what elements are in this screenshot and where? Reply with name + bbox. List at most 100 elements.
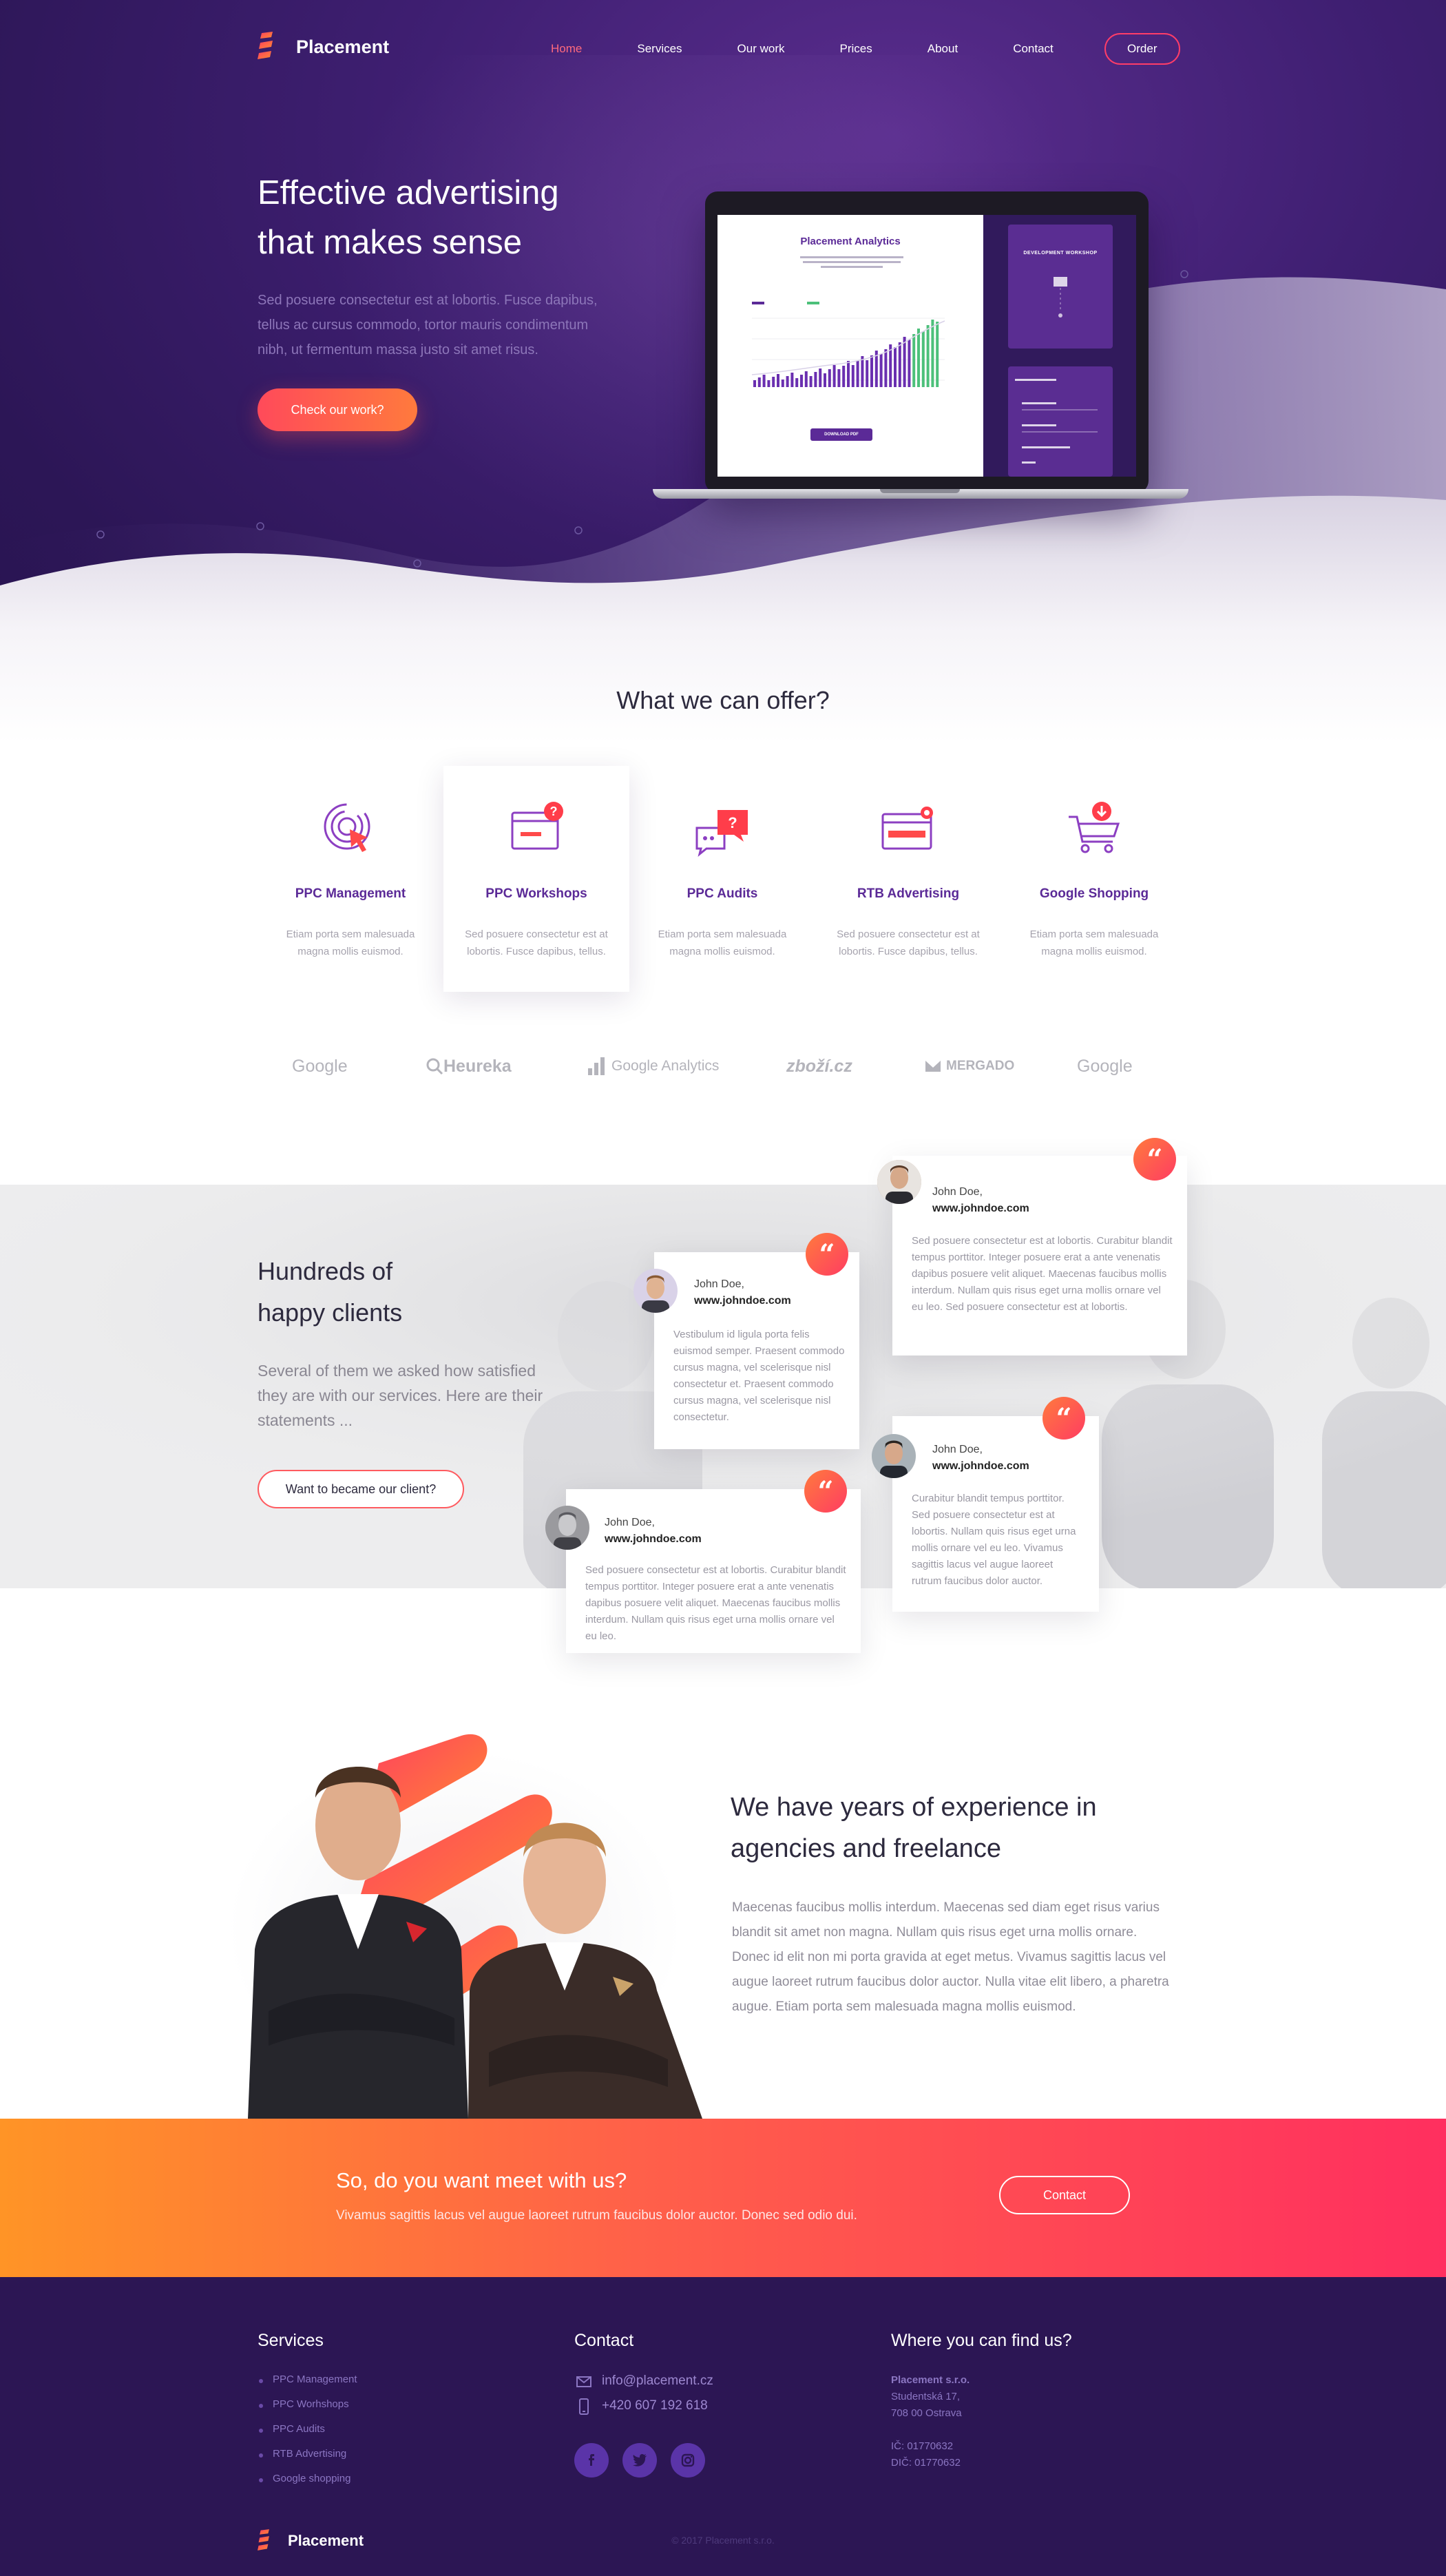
- partner-logo-zbozi: zboží.cz: [786, 1056, 852, 1076]
- quote-icon: “: [804, 1470, 847, 1513]
- analytics-bar: [786, 376, 789, 387]
- analytics-bar: [894, 347, 897, 387]
- testimonial-site[interactable]: www.johndoe.com: [932, 1460, 1029, 1473]
- testimonial-card: John Doe, www.johndoe.com Sed posuere co…: [545, 1470, 861, 1653]
- instagram-icon[interactable]: [671, 2443, 705, 2478]
- testimonial-site[interactable]: www.johndoe.com: [932, 1203, 1029, 1215]
- analytics-bar: [917, 329, 920, 387]
- check-our-work-button[interactable]: Check our work?: [258, 388, 417, 431]
- partner-logo-heureka: Heureka: [426, 1052, 512, 1080]
- nav-about[interactable]: About: [928, 42, 958, 56]
- hero-title: Effective advertising that makes sense: [258, 168, 643, 267]
- mergado-icon: [925, 1061, 941, 1072]
- hero-title-line1: Effective advertising: [258, 174, 559, 211]
- browser-question-icon: ?: [443, 796, 629, 858]
- footer-service-link[interactable]: PPC Worhshops: [273, 2398, 349, 2410]
- header-logo[interactable]: Placement: [258, 32, 389, 62]
- avatar: [872, 1434, 916, 1478]
- footer-company: Placement s.r.o.: [891, 2374, 970, 2386]
- offer-card-rtb-advertising[interactable]: RTB Advertising Sed posuere consectetur …: [815, 766, 1001, 992]
- nav-services[interactable]: Services: [637, 42, 682, 56]
- analytics-bar: [879, 354, 883, 387]
- analytics-bar: [824, 373, 826, 387]
- nav-our-work[interactable]: Our work: [737, 42, 785, 56]
- partner-logo-mergado: MERGADO: [924, 1052, 1014, 1080]
- testimonial-site[interactable]: www.johndoe.com: [605, 1533, 702, 1546]
- analytics-bar: [777, 374, 779, 387]
- testimonial-card: John Doe, www.johndoe.com Curabitur blan…: [872, 1397, 1099, 1612]
- analytics-bar: [767, 380, 771, 387]
- nav-prices[interactable]: Prices: [840, 42, 872, 56]
- footer-city: 708 00 Ostrava: [891, 2407, 962, 2419]
- analytics-panel: Placement Analytics DOWNLOAD PDF: [717, 215, 983, 477]
- analytics-bar: [908, 340, 911, 387]
- bullet-icon: [259, 2478, 263, 2482]
- svg-text:?: ?: [550, 804, 558, 818]
- avatar: [877, 1160, 921, 1204]
- hero-text: Sed posuere consectetur est at lobortis.…: [258, 293, 598, 357]
- analytics-bar: [832, 365, 836, 387]
- phone-icon: [579, 2398, 589, 2415]
- download-pdf-button[interactable]: DOWNLOAD PDF: [810, 428, 872, 441]
- clients-title-line2: happy clients: [258, 1298, 403, 1327]
- bullet-icon: [259, 2404, 263, 2408]
- nav-contact[interactable]: Contact: [1013, 42, 1054, 56]
- testimonial-body: Vestibulum id ligula porta felis euismod…: [673, 1329, 845, 1423]
- testimonial-card: John Doe, www.johndoe.com Vestibulum id …: [633, 1233, 859, 1449]
- bullet-icon: [259, 2379, 263, 2383]
- footer-dic: DIČ: 01770632: [891, 2457, 961, 2469]
- footer: [0, 2277, 1446, 2576]
- testimonial-name: John Doe,: [932, 1444, 983, 1455]
- hero-title-line2: that makes sense: [258, 224, 523, 261]
- activity-card: [1008, 366, 1113, 477]
- clients-title: Hundreds of happy clients: [258, 1251, 402, 1333]
- bullet-icon: [259, 2429, 263, 2433]
- become-client-button[interactable]: Want to became our client?: [258, 1470, 464, 1508]
- offer-name: Google Shopping: [1039, 886, 1149, 901]
- contact-button[interactable]: Contact: [999, 2176, 1130, 2214]
- workshop-illustration: [1054, 277, 1067, 318]
- partner-name: Heureka: [443, 1056, 512, 1076]
- footer-service-link[interactable]: PPC Audits: [273, 2423, 325, 2435]
- offer-card-ppc-workshops[interactable]: ? PPC Workshops Sed posuere consectetur …: [443, 766, 629, 992]
- partner-logo-google: Google: [292, 1056, 348, 1076]
- partner-name: Google Analytics: [611, 1058, 720, 1074]
- footer-services-title: Services: [258, 2331, 324, 2350]
- analytics-bar: [781, 380, 784, 387]
- svg-text:?: ?: [728, 814, 737, 831]
- avatar: [633, 1269, 678, 1313]
- partner-name: MERGADO: [946, 1059, 1015, 1073]
- analytics-bar: [926, 325, 930, 387]
- testimonial-body: Sed posuere consectetur est at lobortis.…: [912, 1235, 1173, 1313]
- analytics-description: [800, 256, 903, 268]
- twitter-icon[interactable]: [622, 2443, 657, 2478]
- analytics-bar: [804, 371, 808, 387]
- experience-title: We have years of experience in agencies …: [731, 1787, 1157, 1869]
- order-button[interactable]: Order: [1104, 33, 1180, 65]
- workshop-panel: DEVELOPMENT WORKSHOP: [983, 215, 1136, 477]
- analytics-bar: [757, 377, 761, 387]
- analytics-bar: [912, 334, 916, 387]
- offer-desc: Sed posuere consectetur est at lobortis.…: [837, 928, 980, 957]
- footer-phone[interactable]: +420 607 192 618: [602, 2398, 708, 2413]
- experience-text: Maecenas faucibus mollis interdum. Maece…: [732, 1900, 1169, 2014]
- offer-card-ppc-audits[interactable]: ? PPC Audits Etiam porta sem malesuada m…: [629, 766, 815, 992]
- nav-home[interactable]: Home: [551, 42, 582, 56]
- partner-logo-google-analytics: Google Analytics: [587, 1052, 719, 1080]
- footer-email[interactable]: info@placement.cz: [602, 2374, 713, 2389]
- testimonial-site[interactable]: www.johndoe.com: [694, 1295, 791, 1307]
- bullet-icon: [259, 2453, 263, 2458]
- ad-banner-icon: [815, 796, 1001, 858]
- footer-service-link[interactable]: Google shopping: [273, 2473, 350, 2484]
- analytics-bars-icon: [588, 1057, 605, 1075]
- analytics-bar: [790, 373, 794, 387]
- footer-service-link[interactable]: RTB Advertising: [273, 2448, 346, 2460]
- footer-service-link[interactable]: PPC Management: [273, 2374, 357, 2385]
- offer-card-google-shopping[interactable]: Google Shopping Etiam porta sem malesuad…: [1001, 766, 1187, 992]
- experience-title-line2: agencies and freelance: [731, 1834, 1001, 1863]
- facebook-icon[interactable]: [574, 2443, 609, 2478]
- experience-illustration: [227, 1722, 723, 2119]
- offer-card-ppc-management[interactable]: PPC Management Etiam porta sem malesuada…: [258, 766, 443, 992]
- analytics-bar: [772, 377, 775, 387]
- workshop-card: DEVELOPMENT WORKSHOP: [1008, 225, 1113, 349]
